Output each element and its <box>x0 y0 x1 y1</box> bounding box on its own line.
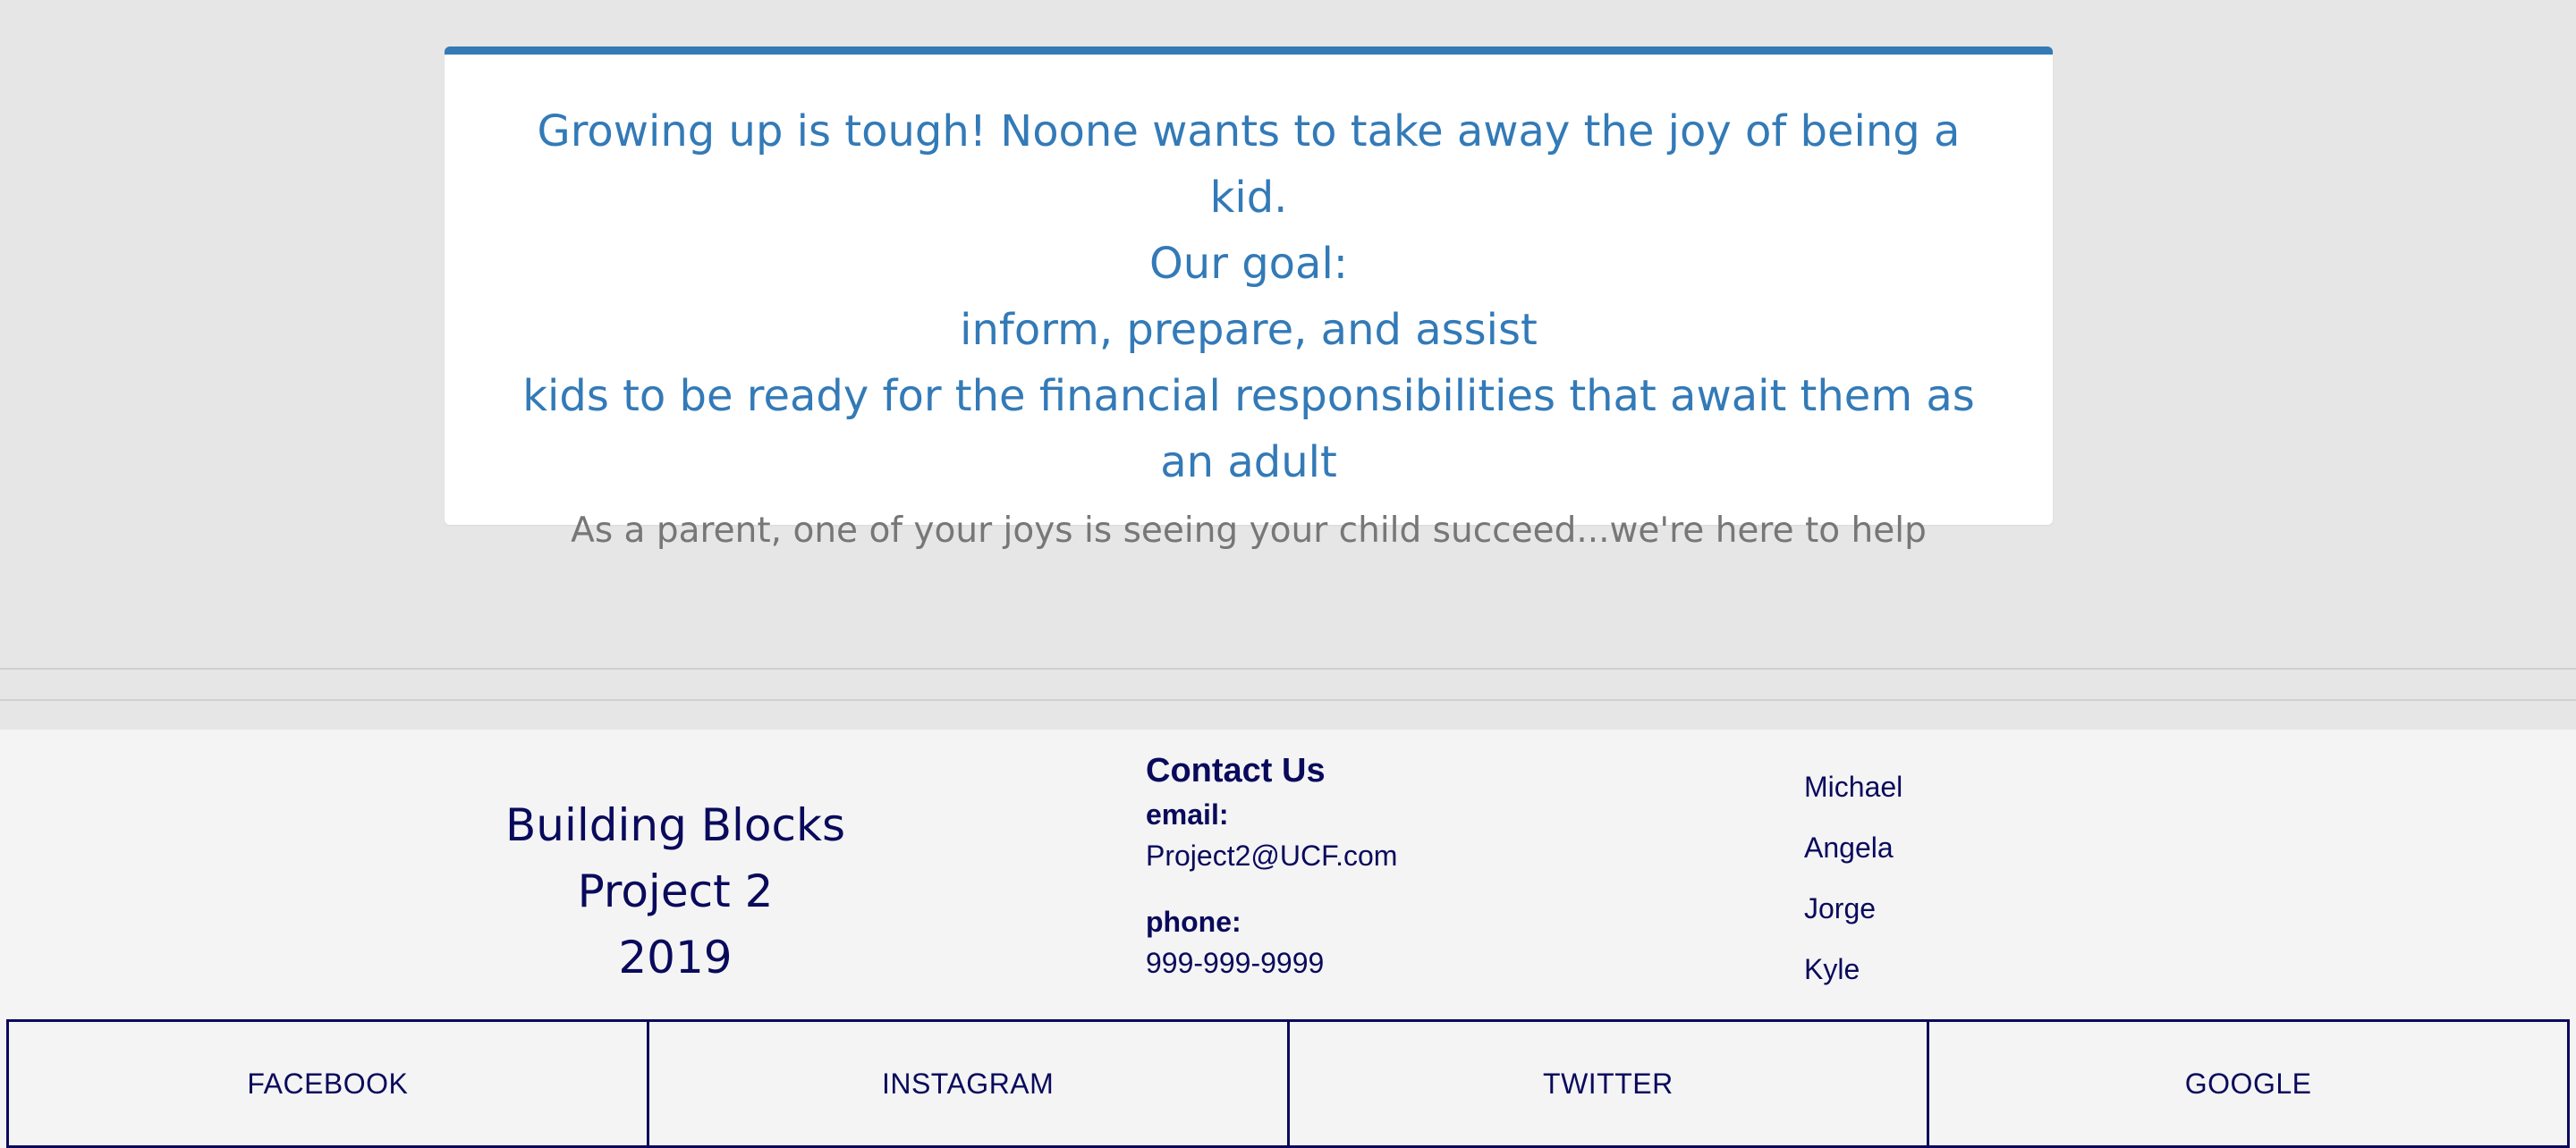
member-name: Angela <box>1804 831 1894 864</box>
member-name: Kyle <box>1804 953 1860 985</box>
divider-bottom <box>0 699 2576 701</box>
phone-label: phone: <box>1146 906 1241 938</box>
contact-gap <box>1146 878 1397 903</box>
facebook-button[interactable]: FACEBOOK <box>6 1019 649 1148</box>
email-label: email: <box>1146 798 1229 831</box>
google-button[interactable]: GOOGLE <box>1927 1019 2570 1148</box>
contact-title: Contact Us <box>1146 752 1326 789</box>
twitter-button[interactable]: TWITTER <box>1286 1019 1930 1148</box>
brand-year: 2019 <box>618 932 733 983</box>
intro-line-3: inform, prepare, and assist <box>960 305 1538 355</box>
contact-section: Contact Us email: Project2@UCF.com phone… <box>1146 746 1397 985</box>
team-members: Michael Angela Jorge Kyle <box>1804 756 1902 1000</box>
intro-line-2: Our goal: <box>1149 239 1348 289</box>
brand-name: Building Blocks <box>504 799 845 851</box>
page: Growing up is tough! Noone wants to take… <box>0 0 2576 1148</box>
divider-top <box>0 668 2576 670</box>
footer-brand: Building Blocks Project 2 2019 <box>407 792 944 991</box>
intro-line-1: Growing up is tough! Noone wants to take… <box>537 106 1961 223</box>
member-name: Michael <box>1804 771 1903 803</box>
intro-subtext: As a parent, one of your joys is seeing … <box>571 511 1927 551</box>
social-bar: FACEBOOK INSTAGRAM TWITTER GOOGLE <box>6 1019 2570 1148</box>
instagram-button[interactable]: INSTAGRAM <box>646 1019 1290 1148</box>
phone-value: 999-999-9999 <box>1146 947 1325 979</box>
intro-line-4: kids to be ready for the financial respo… <box>522 371 1975 487</box>
email-value[interactable]: Project2@UCF.com <box>1146 833 1397 878</box>
brand-project: Project 2 <box>577 865 774 917</box>
member-name: Jorge <box>1804 892 1877 924</box>
intro-headline: Growing up is tough! Noone wants to take… <box>445 55 2053 495</box>
intro-card: Growing up is tough! Noone wants to take… <box>445 46 2053 551</box>
